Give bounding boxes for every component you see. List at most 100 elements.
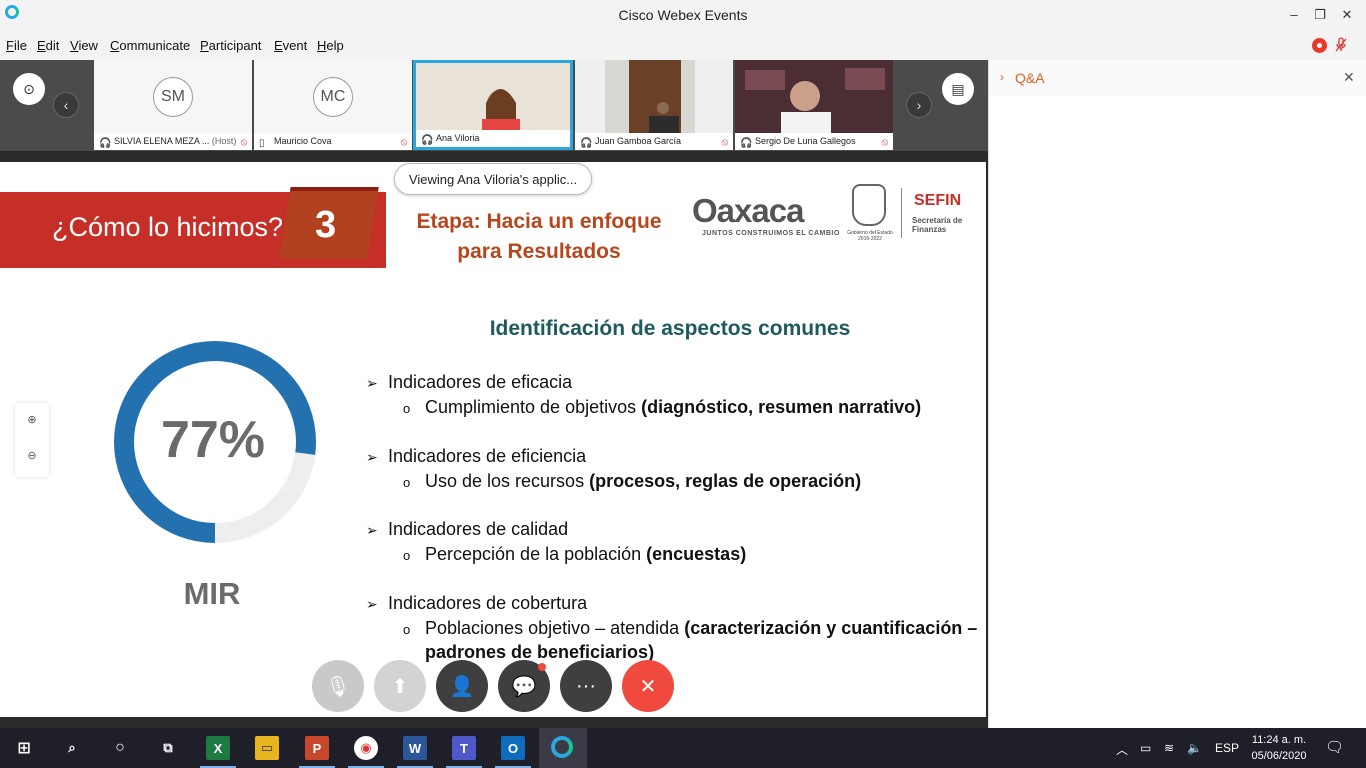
headset-icon: 🎧	[99, 138, 112, 149]
menu-view[interactable]: View	[70, 38, 98, 53]
qa-panel: › Q&A ✕	[988, 60, 1366, 728]
teams-icon[interactable]: T	[452, 736, 476, 760]
headset-icon: 🎧	[580, 138, 593, 149]
menu-edit[interactable]: Edit	[37, 38, 59, 53]
participant-tile[interactable]: 🎧 Sergio De Luna Gallegos ⦸	[735, 60, 893, 150]
mute-button[interactable]: 🎙	[312, 660, 364, 712]
more-button[interactable]: ···	[560, 660, 612, 712]
clock[interactable]: 11:24 a. m. 05/06/2020	[1247, 732, 1311, 764]
wifi-icon[interactable]: ≋	[1164, 741, 1174, 755]
mic-muted-icon: ⦸	[400, 137, 407, 148]
seal-caption: Gobierno del Estado 2016-2022	[847, 230, 893, 242]
powerpoint-icon[interactable]: P	[305, 736, 329, 760]
taskbar: ⊞ ⌕ ○ ⧉ X ▭ P ◉ W T O ︿ ▭ ≋ 🔈 ESP 11:24 …	[0, 728, 1366, 768]
excel-icon[interactable]: X	[206, 736, 230, 760]
recording-icon[interactable]	[1312, 38, 1327, 53]
search-icon[interactable]: ⌕	[60, 736, 84, 760]
restore-button[interactable]: ❐	[1308, 4, 1332, 26]
bullet-heading: ➢ Indicadores de eficiencia	[366, 446, 587, 466]
task-view-icon[interactable]: ⧉	[156, 736, 180, 760]
chrome-icon[interactable]: ◉	[354, 736, 378, 760]
mic-muted-icon: ⦸	[721, 137, 728, 148]
viewing-indicator[interactable]: Viewing Ana Viloria's applic...	[394, 163, 592, 195]
oaxaca-tagline: JUNTOS CONSTRUIMOS EL CAMBIO	[702, 230, 840, 237]
participant-label: 🎧 Ana Viloria	[416, 130, 570, 147]
more-icon: ···	[576, 674, 596, 697]
bullet-sub: o Uso de los recursos (procesos, reglas d…	[403, 471, 862, 491]
etapa-title: Etapa: Hacia un enfoque para Resultados	[416, 210, 662, 263]
zoom-out-icon[interactable]: ⊖	[24, 449, 40, 465]
percent-value: 77%	[160, 411, 266, 469]
outlook-icon[interactable]: O	[501, 736, 525, 760]
language-indicator[interactable]: ESP	[1215, 741, 1239, 755]
qa-title[interactable]: Q&A	[1015, 70, 1045, 86]
strip-prev-button[interactable]: ‹	[53, 92, 79, 118]
zoom-controls: ⊕ ⊖	[15, 403, 49, 477]
participant-tile[interactable]: MC ▯ Mauricio Cova ⦸	[254, 60, 412, 150]
chevron-up-icon[interactable]: ︿	[1116, 741, 1128, 758]
bullet-sub: o Poblaciones objetivo – atendida (caract…	[403, 618, 978, 638]
menu-event[interactable]: Event	[274, 38, 307, 53]
top-right-bar	[988, 30, 1366, 60]
participant-label: 🎧 Juan Gamboa García ⦸	[575, 133, 733, 150]
sefin-logo: SEFIN	[914, 192, 962, 209]
sefin-subtitle: Secretaría de Finanzas	[912, 216, 963, 234]
webex-taskbar-button[interactable]	[539, 728, 587, 768]
phone-icon: ▯	[259, 138, 265, 149]
logo-divider	[901, 188, 902, 238]
participant-tile[interactable]: SM 🎧 SILVIA ELENA MEZA ... (Host) ⦸	[94, 60, 252, 150]
word-icon[interactable]: W	[403, 736, 427, 760]
zoom-in-icon[interactable]: ⊕	[24, 413, 40, 429]
notifications-icon[interactable]: 🗨	[1325, 738, 1344, 756]
close-icon[interactable]: ✕	[1343, 69, 1355, 86]
windows-start-icon[interactable]: ⊞	[12, 736, 36, 760]
participants-icon: 👤	[449, 675, 475, 698]
avatar: SM	[153, 77, 193, 117]
webex-window: Cisco Webex Events – ❐ ✕ File Edit View …	[0, 0, 1366, 768]
mir-label: MIR	[183, 576, 241, 611]
slide-heading: Identificación de aspectos comunes	[489, 317, 851, 340]
title-bar: Cisco Webex Events – ❐ ✕	[0, 0, 1366, 30]
bullet-sub: o Cumplimiento de objetivos (diagnóstico,…	[403, 397, 922, 417]
shared-slide: ¿Cómo lo hicimos? 3 Etapa: Hacia un enfo…	[0, 162, 986, 717]
mic-muted-icon[interactable]	[1334, 37, 1348, 53]
strip-next-button[interactable]: ›	[906, 92, 932, 118]
cortana-icon[interactable]: ○	[108, 736, 132, 760]
bullet-heading: ➢ Indicadores de calidad	[366, 519, 569, 539]
menu-help[interactable]: Help	[317, 38, 344, 53]
menu-communicate[interactable]: Communicate	[110, 38, 190, 53]
mic-off-icon: 🎙	[325, 675, 351, 698]
menu-participant[interactable]: Participant	[200, 38, 261, 53]
strip-options-icon[interactable]: ⊙	[13, 73, 45, 105]
content-area: ¿Cómo lo hicimos? 3 Etapa: Hacia un enfo…	[0, 151, 988, 728]
mic-muted-icon: ⦸	[881, 137, 888, 148]
oaxaca-logo: Oaxaca	[692, 192, 804, 229]
participant-video	[735, 60, 893, 133]
menu-file[interactable]: File	[6, 38, 27, 53]
close-icon: ✕	[639, 675, 657, 698]
participant-tile-active[interactable]: 🎧 Ana Viloria	[413, 60, 573, 150]
file-explorer-icon[interactable]: ▭	[255, 736, 279, 760]
menu-bar: File Edit View Communicate Participant E…	[0, 30, 988, 60]
participants-button[interactable]: 👤	[436, 660, 488, 712]
mic-muted-icon: ⦸	[240, 137, 247, 148]
banner-title: ¿Cómo lo hicimos?	[52, 212, 284, 242]
close-window-button[interactable]: ✕	[1335, 4, 1359, 26]
battery-icon[interactable]: ▭	[1140, 741, 1151, 755]
bullet-heading: ➢ Indicadores de eficacia	[366, 372, 573, 392]
participant-tile[interactable]: 🎧 Juan Gamboa García ⦸	[575, 60, 733, 150]
calendar-icon[interactable]: ▤	[942, 73, 974, 105]
bullet-heading: ➢ Indicadores de cobertura	[366, 593, 588, 613]
participant-video	[416, 63, 570, 133]
chat-icon: 💬	[511, 675, 537, 698]
leave-button[interactable]: ✕	[622, 660, 674, 712]
share-icon: ⬆	[391, 675, 409, 698]
banner-number: 3	[315, 204, 337, 246]
minimize-button[interactable]: –	[1282, 4, 1306, 26]
headset-icon: 🎧	[740, 138, 753, 149]
participant-label: 🎧 Sergio De Luna Gallegos ⦸	[735, 133, 893, 150]
volume-icon[interactable]: 🔈	[1187, 741, 1202, 755]
chevron-right-icon[interactable]: ›	[1000, 70, 1004, 84]
share-button[interactable]: ⬆	[374, 660, 426, 712]
chat-button[interactable]: 💬	[498, 660, 550, 712]
